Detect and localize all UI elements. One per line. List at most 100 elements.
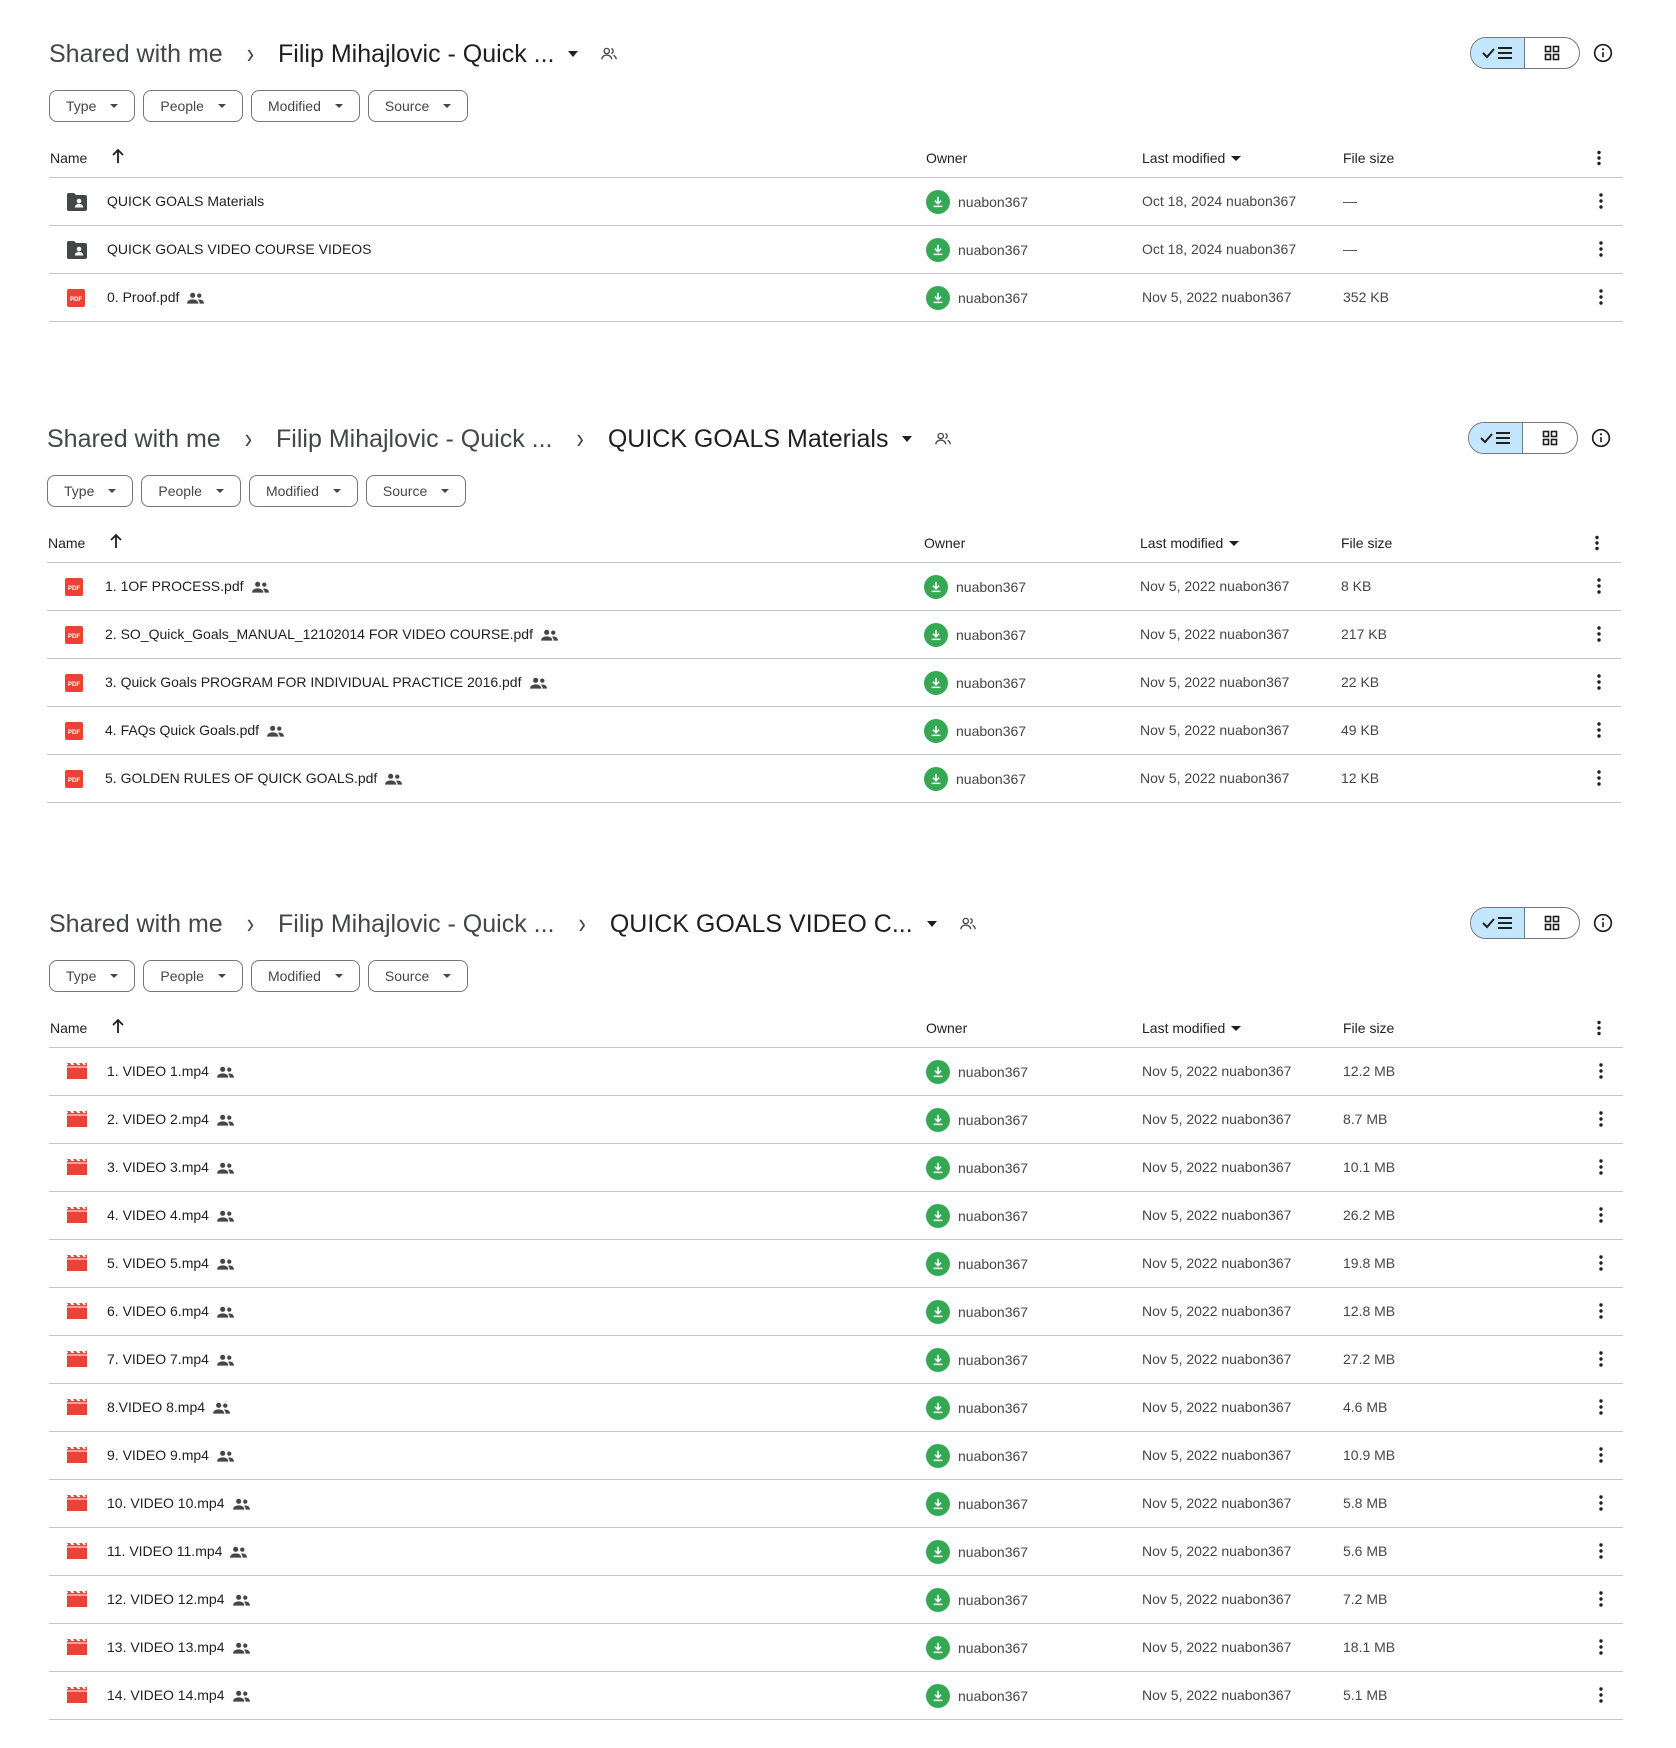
breadcrumb-current-folder[interactable]: Filip Mihajlovic - Quick ... bbox=[278, 40, 554, 69]
shared-folder-icon[interactable] bbox=[600, 45, 618, 63]
breadcrumb-parent-folder[interactable]: Filip Mihajlovic - Quick ... bbox=[278, 910, 554, 939]
table-row[interactable]: 12. VIDEO 12.mp4 nuabon367 Nov 5, 2022 nua… bbox=[49, 1576, 1623, 1624]
table-row[interactable]: 8.VIDEO 8.mp4 nuabon367 Nov 5, 2022 nuabon… bbox=[49, 1384, 1623, 1432]
more-vert-icon[interactable] bbox=[1597, 1020, 1601, 1036]
sort-ascending-icon[interactable] bbox=[111, 1018, 125, 1034]
owner-avatar[interactable] bbox=[926, 1588, 950, 1612]
filter-people[interactable]: People bbox=[143, 90, 243, 122]
more-actions-icon[interactable] bbox=[1599, 1110, 1603, 1128]
column-last-modified[interactable]: Last modified bbox=[1142, 150, 1242, 166]
more-actions-icon[interactable] bbox=[1599, 1398, 1603, 1416]
owner-avatar[interactable] bbox=[926, 286, 950, 310]
table-row[interactable]: PDF 0. Proof.pdf nuabon367 Nov 5, 2022 nuab… bbox=[49, 274, 1623, 322]
owner-avatar[interactable] bbox=[926, 1300, 950, 1324]
owner-avatar[interactable] bbox=[926, 1444, 950, 1468]
breadcrumb-shared-with-me[interactable]: Shared with me bbox=[49, 40, 223, 69]
sort-ascending-icon[interactable] bbox=[111, 148, 125, 164]
filter-type[interactable]: Type bbox=[49, 960, 136, 992]
table-row[interactable]: 9. VIDEO 9.mp4 nuabon367 Nov 5, 2022 nuabo… bbox=[49, 1432, 1623, 1480]
table-row[interactable]: 6. VIDEO 6.mp4 nuabon367 Nov 5, 2022 nuabo… bbox=[49, 1288, 1623, 1336]
more-actions-icon[interactable] bbox=[1597, 721, 1601, 739]
owner-avatar[interactable] bbox=[926, 1684, 950, 1708]
table-row[interactable]: 4. VIDEO 4.mp4 nuabon367 Nov 5, 2022 nuabo… bbox=[49, 1192, 1623, 1240]
filter-modified[interactable]: Modified bbox=[250, 960, 360, 992]
more-actions-icon[interactable] bbox=[1597, 673, 1601, 691]
table-row[interactable]: QUICK GOALS Materials nuabon367 Oct 18, 20… bbox=[49, 178, 1623, 226]
folder-menu-dropdown-icon[interactable] bbox=[568, 51, 579, 57]
more-actions-icon[interactable] bbox=[1599, 1254, 1603, 1272]
owner-avatar[interactable] bbox=[926, 1252, 950, 1276]
list-layout-button[interactable] bbox=[1471, 38, 1526, 68]
table-row[interactable]: PDF 5. GOLDEN RULES OF QUICK GOALS.pdf nua… bbox=[47, 755, 1621, 803]
owner-avatar[interactable] bbox=[924, 671, 948, 695]
table-row[interactable]: 13. VIDEO 13.mp4 nuabon367 Nov 5, 2022 nua… bbox=[49, 1624, 1623, 1672]
table-row[interactable]: 5. VIDEO 5.mp4 nuabon367 Nov 5, 2022 nuabo… bbox=[49, 1240, 1623, 1288]
table-row[interactable]: QUICK GOALS VIDEO COURSE VIDEOS nuabon367… bbox=[49, 226, 1623, 274]
folder-menu-dropdown-icon[interactable] bbox=[926, 921, 937, 927]
shared-folder-icon[interactable] bbox=[934, 430, 952, 448]
breadcrumb-current-folder[interactable]: QUICK GOALS Materials bbox=[608, 425, 889, 454]
breadcrumb-current-folder[interactable]: QUICK GOALS VIDEO C... bbox=[610, 910, 913, 939]
filter-source[interactable]: Source bbox=[367, 960, 469, 992]
grid-layout-button[interactable] bbox=[1525, 908, 1579, 938]
owner-avatar[interactable] bbox=[926, 190, 950, 214]
owner-avatar[interactable] bbox=[926, 1348, 950, 1372]
owner-avatar[interactable] bbox=[926, 1492, 950, 1516]
owner-avatar[interactable] bbox=[926, 1204, 950, 1228]
table-row[interactable]: 7. VIDEO 7.mp4 nuabon367 Nov 5, 2022 nuabo… bbox=[49, 1336, 1623, 1384]
list-layout-button[interactable] bbox=[1471, 908, 1526, 938]
owner-avatar[interactable] bbox=[926, 1540, 950, 1564]
table-row[interactable]: 14. VIDEO 14.mp4 nuabon367 Nov 5, 2022 nua… bbox=[49, 1672, 1623, 1720]
table-row[interactable]: 11. VIDEO 11.mp4 nuabon367 Nov 5, 2022 nua… bbox=[49, 1528, 1623, 1576]
owner-avatar[interactable] bbox=[924, 719, 948, 743]
more-actions-icon[interactable] bbox=[1599, 1062, 1603, 1080]
more-actions-icon[interactable] bbox=[1599, 1638, 1603, 1656]
more-actions-icon[interactable] bbox=[1599, 1542, 1603, 1560]
table-row[interactable]: PDF 3. Quick Goals PROGRAM FOR INDIVIDUAL… bbox=[47, 659, 1621, 707]
more-actions-icon[interactable] bbox=[1599, 1494, 1603, 1512]
info-icon[interactable] bbox=[1591, 428, 1611, 448]
grid-layout-button[interactable] bbox=[1523, 423, 1577, 453]
column-name[interactable]: Name bbox=[50, 150, 87, 166]
owner-avatar[interactable] bbox=[924, 767, 948, 791]
more-actions-icon[interactable] bbox=[1599, 192, 1603, 210]
owner-avatar[interactable] bbox=[926, 238, 950, 262]
filter-modified[interactable]: Modified bbox=[250, 90, 360, 122]
more-actions-icon[interactable] bbox=[1599, 1206, 1603, 1224]
filter-type[interactable]: Type bbox=[49, 90, 136, 122]
more-actions-icon[interactable] bbox=[1597, 769, 1601, 787]
more-actions-icon[interactable] bbox=[1599, 1350, 1603, 1368]
table-row[interactable]: 10. VIDEO 10.mp4 nuabon367 Nov 5, 2022 nua… bbox=[49, 1480, 1623, 1528]
table-row[interactable]: 2. VIDEO 2.mp4 nuabon367 Nov 5, 2022 nuabo… bbox=[49, 1096, 1623, 1144]
filter-people[interactable]: People bbox=[141, 475, 241, 507]
owner-avatar[interactable] bbox=[926, 1108, 950, 1132]
shared-folder-icon[interactable] bbox=[959, 915, 977, 933]
column-last-modified[interactable]: Last modified bbox=[1142, 1020, 1242, 1036]
more-vert-icon[interactable] bbox=[1595, 535, 1599, 551]
more-actions-icon[interactable] bbox=[1599, 1302, 1603, 1320]
breadcrumb-shared-with-me[interactable]: Shared with me bbox=[49, 910, 223, 939]
more-actions-icon[interactable] bbox=[1597, 625, 1601, 643]
breadcrumb-shared-with-me[interactable]: Shared with me bbox=[47, 425, 221, 454]
table-row[interactable]: PDF 1. 1OF PROCESS.pdf nuabon367 Nov 5, 202… bbox=[47, 563, 1621, 611]
table-row[interactable]: PDF 2. SO_Quick_Goals_MANUAL_12102014 FOR… bbox=[47, 611, 1621, 659]
table-row[interactable]: 1. VIDEO 1.mp4 nuabon367 Nov 5, 2022 nuabo… bbox=[49, 1048, 1623, 1096]
info-icon[interactable] bbox=[1593, 43, 1613, 63]
sort-ascending-icon[interactable] bbox=[109, 533, 123, 549]
table-row[interactable]: 3. VIDEO 3.mp4 nuabon367 Nov 5, 2022 nuabo… bbox=[49, 1144, 1623, 1192]
more-actions-icon[interactable] bbox=[1599, 1590, 1603, 1608]
list-layout-button[interactable] bbox=[1469, 423, 1524, 453]
owner-avatar[interactable] bbox=[926, 1156, 950, 1180]
more-actions-icon[interactable] bbox=[1599, 1158, 1603, 1176]
owner-avatar[interactable] bbox=[926, 1396, 950, 1420]
table-row[interactable]: PDF 4. FAQs Quick Goals.pdf nuabon367 Nov 5… bbox=[47, 707, 1621, 755]
folder-menu-dropdown-icon[interactable] bbox=[902, 436, 913, 442]
more-actions-icon[interactable] bbox=[1599, 240, 1603, 258]
filter-people[interactable]: People bbox=[143, 960, 243, 992]
owner-avatar[interactable] bbox=[924, 623, 948, 647]
filter-source[interactable]: Source bbox=[367, 90, 469, 122]
grid-layout-button[interactable] bbox=[1525, 38, 1579, 68]
more-vert-icon[interactable] bbox=[1597, 150, 1601, 166]
more-actions-icon[interactable] bbox=[1599, 1446, 1603, 1464]
column-name[interactable]: Name bbox=[50, 1020, 87, 1036]
